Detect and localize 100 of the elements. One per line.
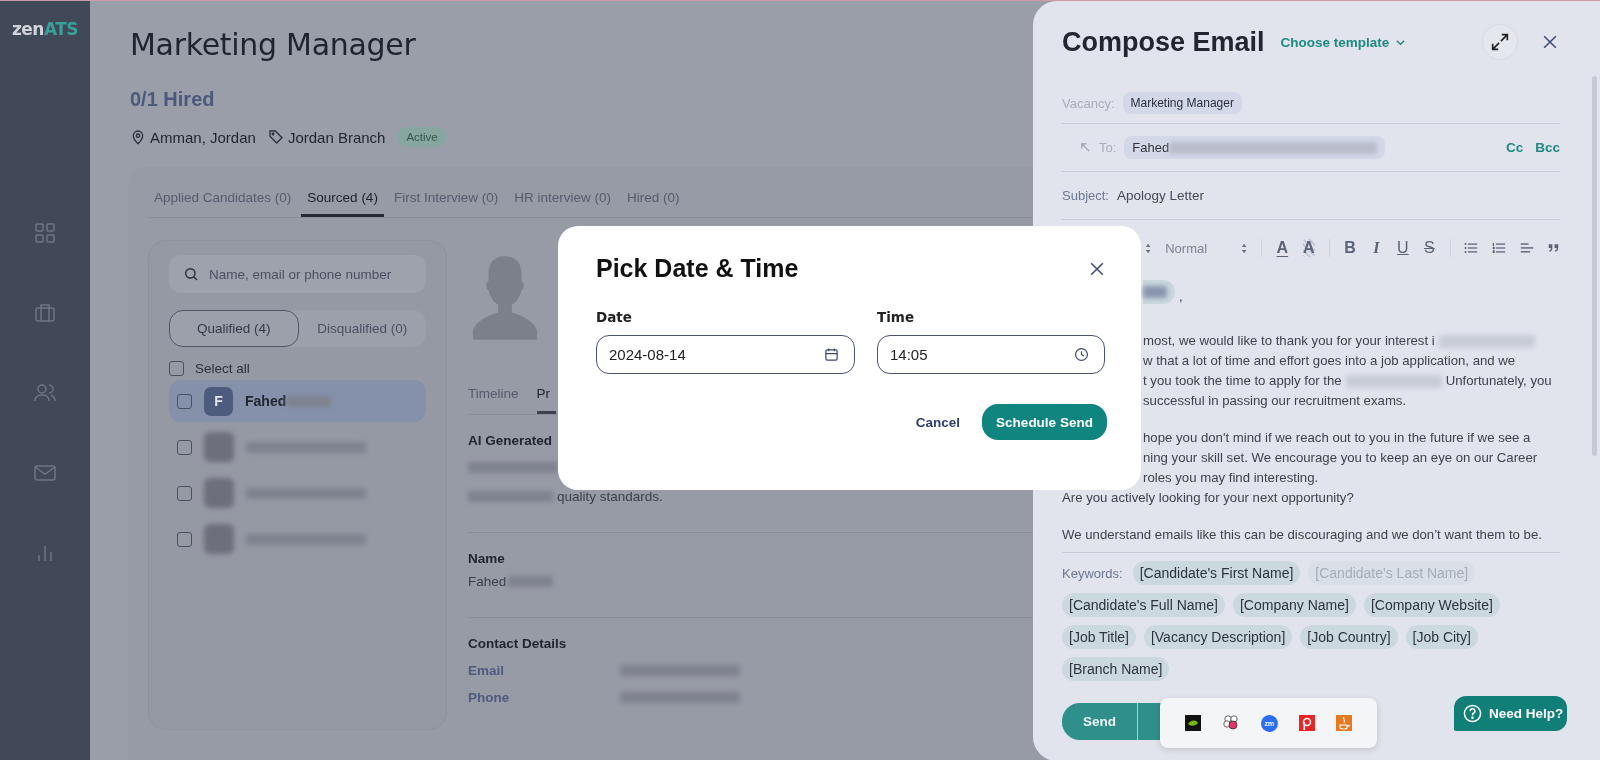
blurred-text	[286, 395, 332, 407]
flower-icon[interactable]	[1221, 714, 1240, 732]
email-text: most, we would like to thank you for your interest i	[1143, 332, 1435, 350]
keyword-chip[interactable]: [Vacancy Description]	[1143, 625, 1293, 649]
time-field[interactable]: 14:05	[877, 335, 1105, 374]
field-label: Name	[468, 551, 505, 566]
name-chip	[1143, 280, 1175, 304]
app-icon[interactable]	[1184, 715, 1201, 731]
template-dropdown[interactable]: Choose template	[1280, 34, 1407, 50]
page-title: Marketing Manager	[130, 27, 416, 62]
subject-field[interactable]: Apology Letter	[1117, 188, 1205, 203]
logo: zenATS	[11, 19, 79, 39]
section-heading: AI Generated	[468, 433, 553, 448]
blurred-avatar	[204, 432, 234, 462]
name-value: Fahed	[468, 574, 507, 589]
blurred-text	[508, 576, 554, 587]
candidate-row[interactable]: F Fahed	[169, 380, 426, 422]
expand-button[interactable]	[1482, 24, 1518, 60]
tag-icon	[267, 129, 284, 145]
contact-label: Email	[468, 663, 506, 678]
checkbox[interactable]	[177, 485, 192, 501]
send-button[interactable]: Send	[1062, 703, 1137, 740]
stage-tab[interactable]: Sourced (4)	[301, 167, 384, 217]
email-text: Are you actively looking for your next opportunity?	[1062, 489, 1354, 507]
keyword-chip[interactable]: [Job Title]	[1062, 625, 1136, 649]
checkbox[interactable]	[169, 361, 184, 376]
keyword-chip[interactable]: [Company Name]	[1232, 593, 1356, 617]
calendar-icon	[824, 347, 839, 362]
arrow-up-left-icon	[1080, 142, 1091, 153]
email-text: w that a lot of time and effort goes into a job application, and we	[1143, 352, 1516, 370]
email-text: ning your skill set. We encourage you to keep an eye on our Career	[1143, 449, 1538, 467]
field-label: Keywords:	[1062, 565, 1123, 581]
dialog-title: Pick Date & Time	[596, 254, 799, 283]
email-text: hope you don't mind if we reach out to you in the future if we see a	[1143, 429, 1531, 447]
filter-tab[interactable]: Qualified (4)	[169, 310, 299, 347]
stage-tab[interactable]: HR interview (0)	[508, 167, 617, 217]
email-text: Unfortunately, you	[1445, 372, 1552, 390]
search-icon	[183, 266, 199, 282]
contact-label: Phone	[468, 690, 511, 705]
recipient-chip[interactable]: Fahed	[1124, 136, 1386, 159]
help-button[interactable]: Need Help?	[1454, 696, 1567, 731]
stepper-icon[interactable]	[1241, 241, 1248, 255]
text-color-button[interactable]: A	[1276, 239, 1289, 257]
keyword-chip[interactable]: [Branch Name]	[1062, 657, 1170, 681]
keyword-chip[interactable]: [Candidate's Full Name]	[1062, 593, 1225, 617]
field-label: Subject:	[1062, 188, 1109, 203]
align-left-icon[interactable]	[1520, 241, 1535, 255]
location-pin-icon	[130, 129, 146, 145]
question-icon	[1463, 704, 1482, 723]
email-text: ,	[1179, 288, 1183, 306]
italic-button[interactable]: I	[1370, 239, 1383, 257]
status-badge: Active	[397, 127, 447, 147]
numbered-list-icon[interactable]	[1492, 241, 1507, 255]
clock-icon	[1074, 347, 1089, 362]
cup-icon[interactable]	[1336, 715, 1353, 731]
select-all-label: Select all	[195, 361, 250, 376]
email-text: roles you may find interesting.	[1143, 469, 1319, 487]
format-select[interactable]: Normal	[1165, 240, 1208, 256]
panel-title: Compose Email	[1062, 26, 1265, 58]
keyword-chip[interactable]: [Candidate's First Name]	[1132, 561, 1301, 585]
strikethrough-button[interactable]: S	[1423, 239, 1436, 257]
recorder-icon[interactable]	[1299, 715, 1316, 731]
keyword-chip[interactable]: [Company Website]	[1363, 593, 1500, 617]
section-heading: Contact Details	[468, 636, 567, 651]
summary-text: quality standards.	[557, 489, 663, 504]
stepper-icon[interactable]	[1145, 241, 1152, 255]
keyword-chip[interactable]: [Job Country]	[1300, 625, 1398, 649]
checkbox[interactable]	[177, 439, 192, 455]
bullet-list-icon[interactable]	[1464, 241, 1479, 255]
keyword-chip[interactable]: [Job City]	[1405, 625, 1478, 649]
cancel-button[interactable]: Cancel	[915, 414, 960, 430]
branch-text: Jordan Branch	[287, 128, 386, 146]
field-label: To:	[1099, 140, 1117, 155]
stage-tab[interactable]: First Interview (0)	[387, 167, 505, 217]
cc-link[interactable]: Cc	[1505, 140, 1524, 155]
blurred-avatar	[204, 524, 234, 554]
underline-button[interactable]: U	[1396, 239, 1410, 257]
location-text: Amman, Jordan	[150, 128, 256, 146]
bcc-link[interactable]: Bcc	[1535, 140, 1560, 155]
filter-tab[interactable]: Disqualified (0)	[298, 310, 426, 347]
checkbox[interactable]	[177, 393, 192, 409]
stage-tab[interactable]: Applied Candidates (0)	[148, 167, 298, 217]
email-text: successful in passing our recruitment exams.	[1143, 392, 1407, 410]
checkbox[interactable]	[177, 531, 192, 547]
hired-count: 0/1 Hired	[130, 88, 215, 111]
bold-button[interactable]: B	[1343, 239, 1357, 257]
quote-icon[interactable]	[1548, 242, 1560, 254]
profile-tab[interactable]: Timeline	[468, 386, 525, 414]
date-field[interactable]: 2024-08-14	[596, 335, 855, 374]
candidate-name: Fahed	[245, 393, 287, 409]
schedule-send-button[interactable]: Schedule Send	[982, 404, 1107, 440]
search-field[interactable]: Name, email or phone number	[169, 255, 426, 293]
email-text: t you took the time to apply for the	[1143, 372, 1342, 390]
highlight-button[interactable]: A	[1302, 239, 1315, 257]
field-label: Vacancy:	[1062, 95, 1115, 111]
field-label: Date	[596, 309, 633, 325]
grid-icon[interactable]	[33, 221, 57, 245]
email-text: We understand emails like this can be discouraging and we don’t want them to be.	[1062, 526, 1542, 544]
briefcase-icon[interactable]	[33, 301, 57, 325]
stage-tab[interactable]: Hired (0)	[620, 167, 686, 217]
